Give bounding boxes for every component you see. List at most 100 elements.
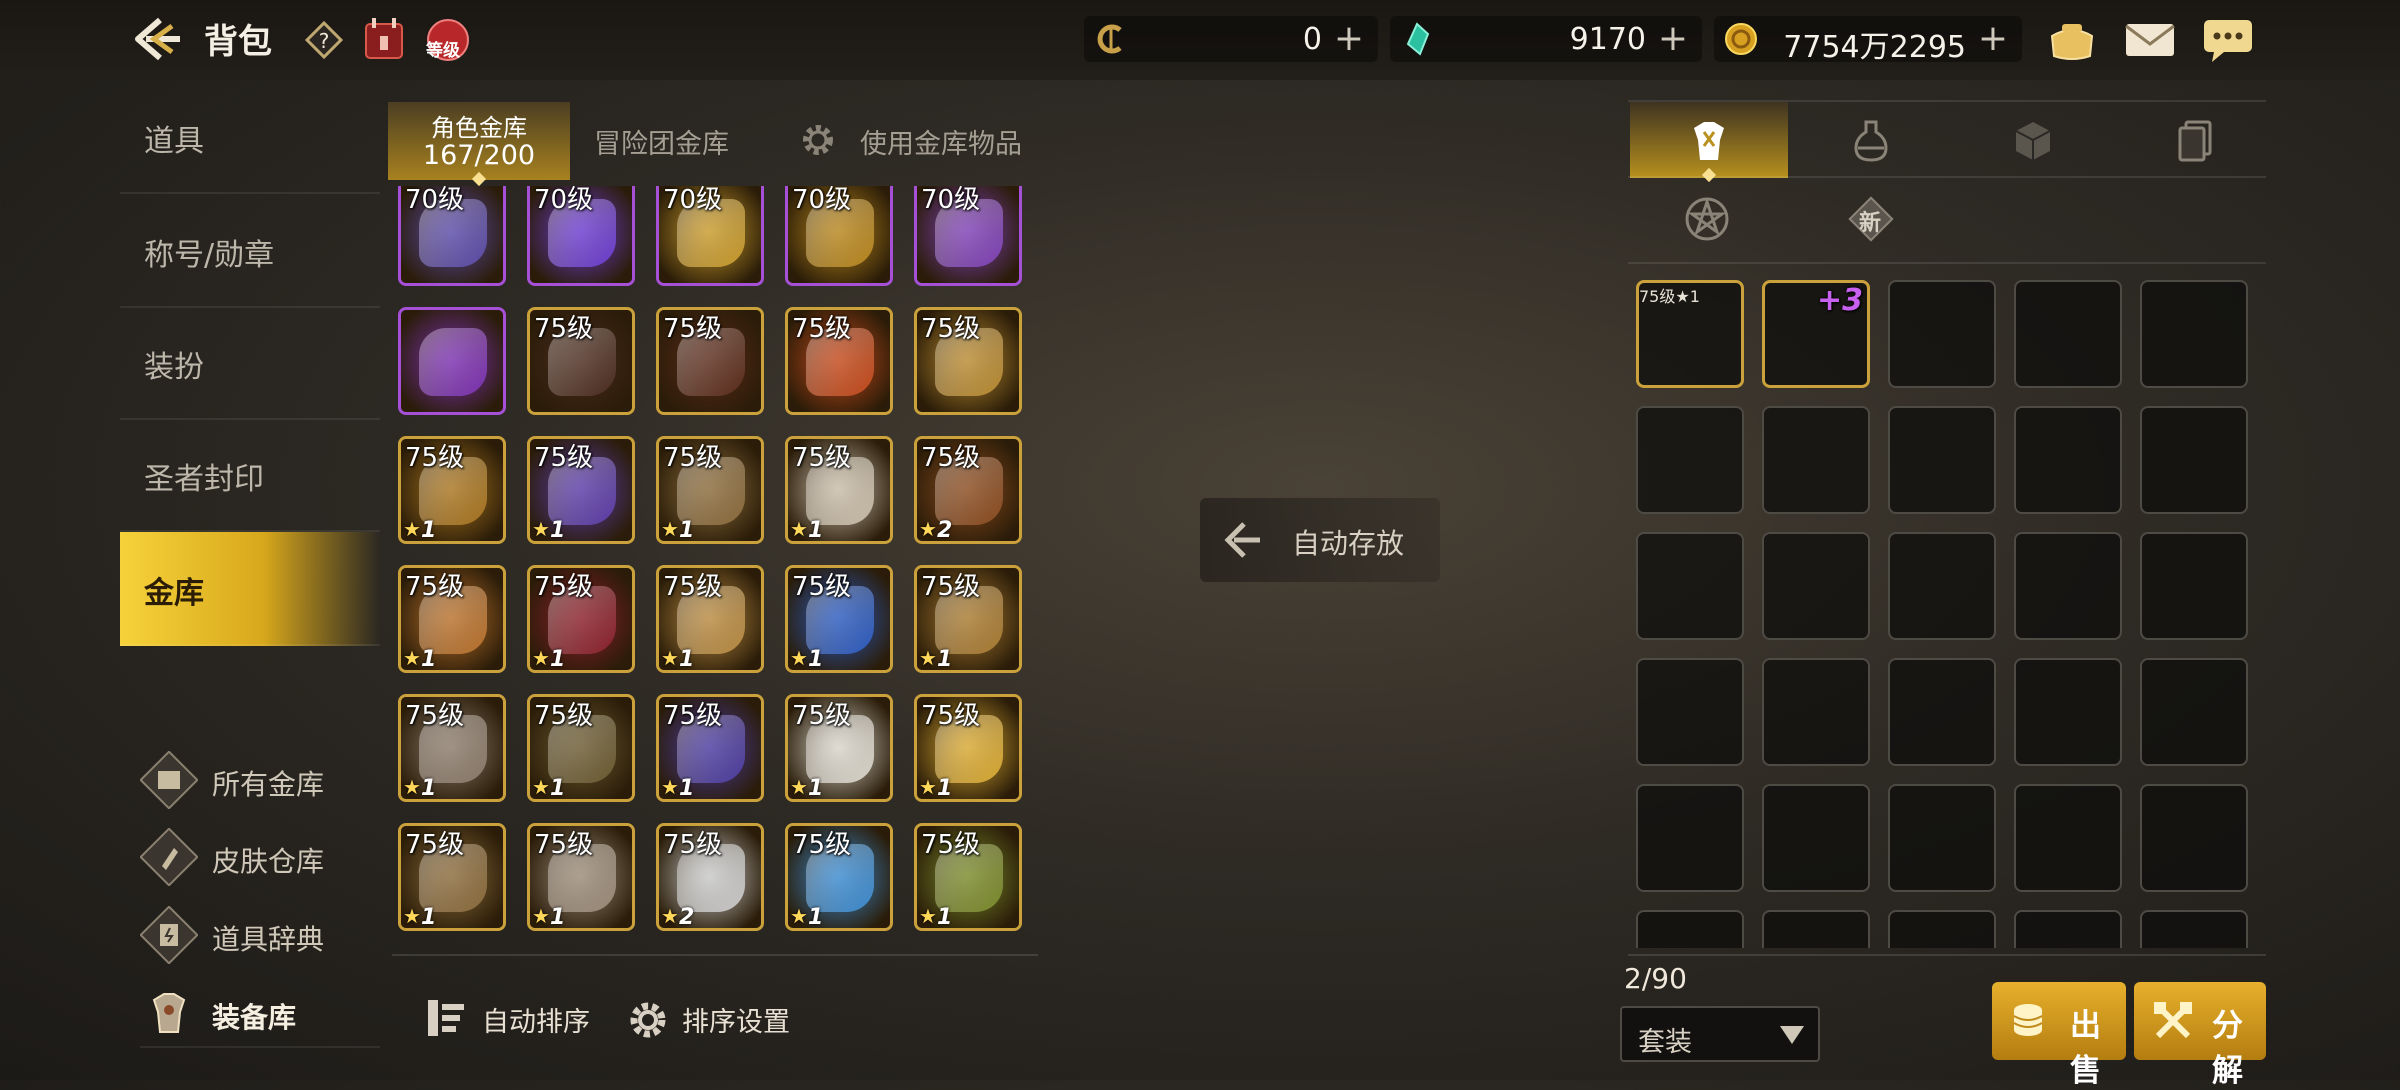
sidebar-item-items[interactable]: 道具 — [120, 80, 380, 194]
inventory-empty-slot[interactable] — [1636, 910, 1744, 948]
inventory-empty-slot[interactable] — [1762, 406, 1870, 514]
vault-item-slot[interactable]: 70级 — [398, 186, 506, 286]
inventory-empty-slot[interactable] — [1888, 406, 1996, 514]
dismantle-button[interactable]: 分解 — [2134, 982, 2266, 1089]
inventory-empty-slot[interactable] — [1762, 910, 1870, 948]
vault-item-slot[interactable]: 75级 ★ 1 — [398, 565, 506, 673]
vault-item-slot[interactable]: 75级 ★ 1 — [398, 823, 506, 931]
pentagram-icon[interactable] — [1682, 194, 1732, 244]
help-icon[interactable]: ? — [304, 20, 344, 60]
set-filter-dropdown[interactable]: 套装 — [1620, 1006, 1820, 1062]
use-vault-items-button[interactable]: 使用金库物品 — [860, 122, 1022, 161]
vault-item-slot[interactable] — [398, 307, 506, 415]
inventory-empty-slot[interactable] — [1888, 280, 1996, 388]
inventory-empty-slot[interactable] — [2014, 910, 2122, 948]
back-arrow-icon[interactable] — [132, 16, 182, 62]
vault-item-slot[interactable]: 75级 ★ 1 — [656, 694, 764, 802]
inventory-item-slot[interactable]: 75级★1 — [1636, 280, 1744, 388]
gear-icon[interactable] — [796, 118, 840, 162]
vault-item-slot[interactable]: 75级 ★ 1 — [785, 823, 893, 931]
sidebar-sub-all-vaults[interactable]: 所有金库 — [140, 745, 380, 815]
vault-item-slot[interactable]: 75级 ★ 1 — [785, 565, 893, 673]
vault-item-slot[interactable]: 75级 ★ 1 — [914, 565, 1022, 673]
vault-item-slot[interactable]: 75级 ★ 2 — [914, 436, 1022, 544]
calendar-icon[interactable] — [362, 16, 406, 62]
tab-adventure-vault[interactable]: 冒险团金库 — [594, 122, 729, 161]
inventory-empty-slot[interactable] — [2014, 406, 2122, 514]
vault-item-grid[interactable]: 70级 70级 70级 70级 70级 75级 75级 75级 75级 75级 ★ 1 75级 ★ 1 75级… — [398, 186, 1038, 948]
sidebar-item-vault[interactable]: 金库 — [120, 532, 380, 646]
inventory-empty-slot[interactable] — [2140, 406, 2248, 514]
vault-item-slot[interactable]: 75级 — [914, 307, 1022, 415]
tab-materials[interactable] — [1954, 102, 2112, 178]
vault-item-slot[interactable]: 75级 ★ 1 — [398, 436, 506, 544]
inventory-empty-slot[interactable] — [2140, 784, 2248, 892]
vault-item-slot[interactable]: 75级 — [656, 307, 764, 415]
inventory-empty-slot[interactable] — [1888, 658, 1996, 766]
sidebar-item-costume[interactable]: 装扮 — [120, 306, 380, 420]
inventory-empty-slot[interactable] — [2140, 280, 2248, 388]
inventory-empty-slot[interactable] — [1762, 532, 1870, 640]
inventory-empty-slot[interactable] — [2014, 532, 2122, 640]
vault-item-slot[interactable]: 75级 ★ 1 — [914, 694, 1022, 802]
inventory-empty-slot[interactable] — [1762, 658, 1870, 766]
tab-cards[interactable] — [2116, 102, 2274, 178]
sidebar-item-saint-seal[interactable]: 圣者封印 — [120, 418, 380, 532]
add-icon[interactable]: + — [1658, 18, 1688, 59]
tab-consumables[interactable] — [1792, 102, 1950, 178]
inventory-item-slot[interactable]: +3 — [1762, 280, 1870, 388]
vault-item-slot[interactable]: 75级 ★ 1 — [527, 436, 635, 544]
vault-item-slot[interactable]: 75级 ★ 1 — [527, 694, 635, 802]
sort-settings-button[interactable]: 排序设置 — [624, 990, 804, 1044]
vault-item-slot[interactable]: 70级 — [785, 186, 893, 286]
vault-item-slot[interactable]: 75级 ★ 1 — [398, 694, 506, 802]
inventory-empty-slot[interactable] — [2140, 658, 2248, 766]
inventory-empty-slot[interactable] — [1762, 784, 1870, 892]
vault-item-slot[interactable]: 75级 ★ 1 — [785, 436, 893, 544]
vault-item-slot[interactable]: 70级 — [656, 186, 764, 286]
inventory-empty-slot[interactable] — [1888, 784, 1996, 892]
auto-store-button[interactable]: 自动存放 — [1200, 498, 1440, 582]
pouch-icon[interactable] — [2044, 14, 2100, 64]
inventory-empty-slot[interactable] — [2140, 910, 2248, 948]
currency-crystal[interactable]: 9170 + — [1390, 16, 1702, 62]
vault-item-slot[interactable]: 70级 — [914, 186, 1022, 286]
currency-gold[interactable]: 7754万2295 + — [1714, 16, 2022, 65]
inventory-empty-slot[interactable] — [1636, 658, 1744, 766]
sidebar-sub-item-dictionary[interactable]: 道具辞典 — [140, 900, 380, 970]
sidebar-item-titles[interactable]: 称号/勋章 — [120, 194, 380, 308]
vault-item-slot[interactable]: 75级 — [527, 307, 635, 415]
new-items-filter[interactable]: 新 — [1846, 194, 1896, 244]
inventory-empty-slot[interactable] — [1636, 532, 1744, 640]
auto-sort-button[interactable]: 自动排序 — [424, 990, 604, 1044]
inventory-empty-slot[interactable] — [2140, 532, 2248, 640]
vault-item-slot[interactable]: 75级 ★ 1 — [656, 436, 764, 544]
sidebar-sub-equipment-storage[interactable]: 装备库 — [140, 978, 380, 1048]
inventory-empty-slot[interactable] — [1636, 784, 1744, 892]
tab-character-vault[interactable]: 角色金库 167/200 — [388, 102, 570, 180]
inventory-empty-slot[interactable] — [2014, 658, 2122, 766]
inventory-empty-slot[interactable] — [2014, 784, 2122, 892]
inventory-empty-slot[interactable] — [2014, 280, 2122, 388]
add-icon[interactable]: + — [1978, 18, 2008, 59]
chat-icon[interactable] — [2200, 14, 2256, 64]
level-badge-icon[interactable]: 等级 — [424, 14, 472, 64]
vault-item-slot[interactable]: 75级 ★ 2 — [656, 823, 764, 931]
vault-item-slot[interactable]: 75级 ★ 1 — [527, 823, 635, 931]
add-icon[interactable]: + — [1334, 18, 1364, 59]
vault-item-slot[interactable]: 75级 ★ 1 — [914, 823, 1022, 931]
vault-item-slot[interactable]: 75级 ★ 1 — [527, 565, 635, 673]
vault-item-slot[interactable]: 75级 ★ 1 — [785, 694, 893, 802]
inventory-empty-slot[interactable] — [1888, 910, 1996, 948]
inventory-empty-slot[interactable] — [1888, 532, 1996, 640]
vault-item-slot[interactable]: 75级 ★ 1 — [656, 565, 764, 673]
sell-button[interactable]: 出售 — [1992, 982, 2126, 1089]
item-grade: 1 — [421, 905, 437, 930]
vault-item-slot[interactable]: 75级 — [785, 307, 893, 415]
inventory-grid[interactable]: 75级★1 +3 — [1636, 280, 2256, 948]
mail-icon[interactable] — [2122, 14, 2178, 64]
currency-c-coin[interactable]: 0 + — [1084, 16, 1378, 62]
inventory-empty-slot[interactable] — [1636, 406, 1744, 514]
vault-item-slot[interactable]: 70级 — [527, 186, 635, 286]
sidebar-sub-skin-storage[interactable]: 皮肤仓库 — [140, 822, 380, 892]
